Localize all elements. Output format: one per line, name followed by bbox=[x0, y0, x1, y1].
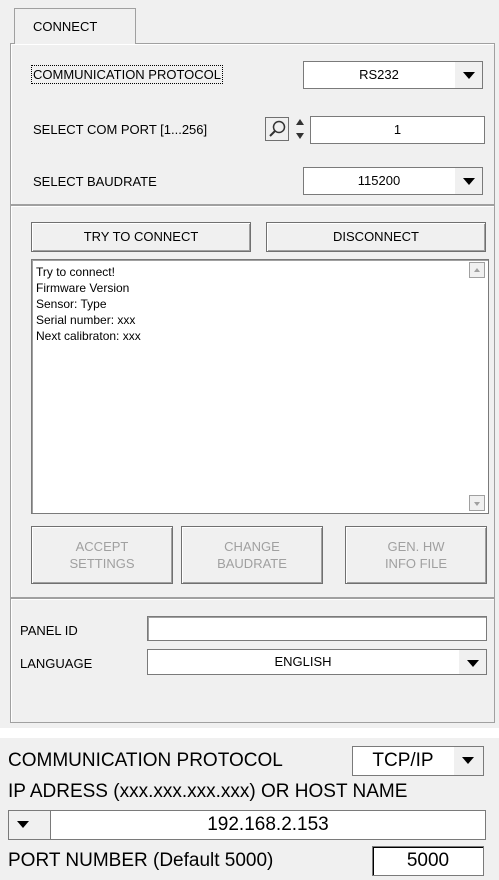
port-number-value: 5000 bbox=[406, 850, 450, 871]
protocol-label: COMMUNICATION PROTOCOL bbox=[30, 65, 224, 84]
com-port-spinner[interactable] bbox=[296, 115, 306, 143]
language-value: ENGLISH bbox=[274, 654, 332, 669]
button-line: SETTINGS bbox=[69, 556, 135, 571]
tcp-settings-panel: COMMUNICATION PROTOCOL TCP/IP IP ADRESS … bbox=[0, 738, 499, 880]
chevron-down-icon[interactable] bbox=[454, 62, 482, 88]
scroll-up-icon[interactable] bbox=[469, 262, 485, 278]
com-port-value: 1 bbox=[393, 122, 402, 137]
button-line: INFO FILE bbox=[384, 556, 448, 571]
language-label: LANGUAGE bbox=[20, 656, 93, 671]
disconnect-button[interactable]: DISCONNECT bbox=[266, 222, 486, 252]
chevron-down-icon[interactable] bbox=[9, 811, 51, 839]
tcp-protocol-value: TCP/IP bbox=[372, 750, 434, 771]
connect-window: CONNECT COMMUNICATION PROTOCOL RS232 SEL… bbox=[0, 0, 499, 728]
port-number-input[interactable]: 5000 bbox=[372, 846, 484, 876]
try-connect-button[interactable]: TRY TO CONNECT bbox=[31, 222, 251, 252]
magnifier-icon bbox=[269, 120, 286, 137]
button-line: BAUDRATE bbox=[217, 556, 287, 571]
com-port-label: SELECT COM PORT [1...256] bbox=[33, 122, 208, 137]
tcp-protocol-select[interactable]: TCP/IP bbox=[352, 746, 484, 776]
change-baudrate-button[interactable]: CHANGE BAUDRATE bbox=[181, 526, 323, 584]
gen-hw-info-button[interactable]: GEN. HW INFO FILE bbox=[345, 526, 487, 584]
scroll-down-icon[interactable] bbox=[469, 495, 485, 511]
spin-down-icon[interactable] bbox=[296, 133, 304, 139]
accept-settings-button[interactable]: ACCEPT SETTINGS bbox=[31, 526, 173, 584]
panel-id-input[interactable] bbox=[147, 616, 487, 641]
log-line: Serial number: xxx bbox=[36, 313, 136, 327]
log-line: Firmware Version bbox=[36, 281, 130, 295]
chevron-down-icon[interactable] bbox=[454, 168, 482, 194]
protocol-select[interactable]: RS232 bbox=[303, 61, 483, 89]
connection-actions-panel: TRY TO CONNECT DISCONNECT Try to connect… bbox=[10, 205, 495, 598]
panel-id-label: PANEL ID bbox=[20, 623, 78, 638]
ip-address-value: 192.168.2.153 bbox=[207, 814, 329, 835]
port-number-label: PORT NUMBER (Default 5000) bbox=[8, 850, 274, 871]
log-line: Try to connect! bbox=[36, 265, 115, 279]
language-select[interactable]: ENGLISH bbox=[147, 649, 487, 675]
button-line: CHANGE bbox=[224, 539, 280, 554]
connection-settings-panel: COMMUNICATION PROTOCOL RS232 SELECT COM … bbox=[10, 43, 495, 205]
chevron-down-icon[interactable] bbox=[453, 747, 483, 775]
log-scrollbar[interactable] bbox=[468, 262, 486, 511]
panel-settings: PANEL ID LANGUAGE ENGLISH bbox=[10, 598, 495, 723]
baudrate-label: SELECT BAUDRATE bbox=[33, 174, 157, 189]
tab-connect[interactable]: CONNECT bbox=[14, 8, 136, 44]
log-line: Next calibraton: xxx bbox=[36, 329, 141, 343]
button-line: ACCEPT bbox=[75, 539, 129, 554]
search-port-button[interactable] bbox=[265, 117, 289, 141]
baudrate-value: 115200 bbox=[357, 173, 401, 188]
tcp-protocol-label: COMMUNICATION PROTOCOL bbox=[8, 750, 283, 771]
ip-address-label: IP ADRESS (xxx.xxx.xxx.xxx) OR HOST NAME bbox=[8, 781, 408, 802]
protocol-value: RS232 bbox=[359, 67, 399, 82]
ip-address-combo[interactable]: 192.168.2.153 bbox=[8, 810, 486, 840]
spin-up-icon[interactable] bbox=[296, 119, 304, 125]
chevron-down-icon[interactable] bbox=[458, 650, 486, 674]
baudrate-select[interactable]: 115200 bbox=[303, 167, 483, 195]
log-line: Sensor: Type bbox=[36, 297, 107, 311]
com-port-input[interactable]: 1 bbox=[310, 116, 485, 144]
log-text: Try to connect! Firmware Version Sensor:… bbox=[36, 264, 464, 344]
connection-log[interactable]: Try to connect! Firmware Version Sensor:… bbox=[31, 259, 489, 514]
button-line: GEN. HW bbox=[387, 539, 445, 554]
